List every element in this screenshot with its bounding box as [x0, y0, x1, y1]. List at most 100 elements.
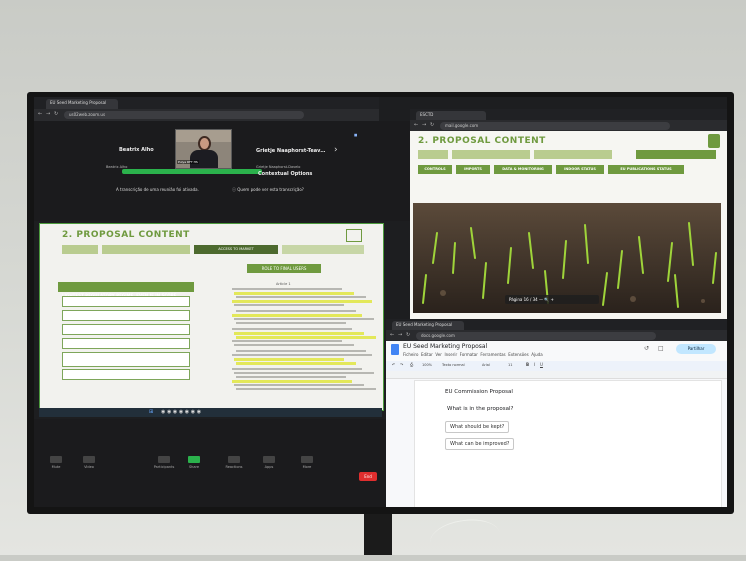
doc-line-what-is-in: What is in the proposal?	[447, 406, 514, 412]
speaker-name-tag: Pulya RFT HS	[177, 160, 199, 164]
page-label: Página	[509, 297, 523, 302]
active-speaker-video[interactable]: Pulya RFT HS	[175, 129, 232, 169]
transcription-notice: A transcrição de uma reunião foi ativada…	[116, 187, 199, 192]
monitor-stand	[364, 514, 392, 555]
participants-icon	[158, 456, 170, 463]
redo-icon[interactable]: ↷	[400, 362, 403, 367]
end-meeting-button[interactable]: End	[359, 472, 377, 481]
menu-tools[interactable]: Ferramentas	[480, 352, 505, 357]
article-text-line	[232, 288, 342, 290]
page-indicator[interactable]: Página 16 / 34 — 🔍 +	[505, 295, 599, 304]
zoom-bottom-area	[34, 419, 410, 507]
next-participants-icon[interactable]: ›	[334, 145, 338, 155]
transcription-link[interactable]: ⓘ Quem pode ver esta transcrição?	[232, 187, 304, 193]
right-url-field[interactable]: mail.google.com	[440, 122, 670, 130]
font-select[interactable]: Arial	[482, 363, 490, 367]
zoom-in-icon[interactable]: +	[551, 297, 554, 302]
article-text-line	[232, 380, 352, 383]
participants-label: Participants	[153, 465, 175, 469]
apps-button[interactable]: Apps	[254, 456, 284, 469]
share-label: Share	[188, 465, 200, 469]
reload-icon[interactable]: ↻	[406, 332, 410, 338]
docs-url-field[interactable]: docs.google.com	[416, 332, 656, 340]
menu-file[interactable]: Ficheiro	[403, 352, 418, 357]
mute-button[interactable]: Mute	[41, 456, 71, 469]
doc-title[interactable]: EU Seed Marketing Proposal	[403, 343, 487, 350]
more-button[interactable]: More	[292, 456, 322, 469]
underline-icon[interactable]: U	[540, 362, 543, 367]
article-text-line	[234, 292, 354, 295]
menu-extensions[interactable]: Extensões	[508, 352, 529, 357]
docs-address-bar: ← → ↻ docs.google.com	[386, 330, 727, 341]
right-address-bar: ← → ↻ mail.google.com	[410, 120, 727, 131]
info-icon: ⓘ	[232, 187, 236, 192]
menu-help[interactable]: Ajuda	[531, 352, 542, 357]
menu-insert[interactable]: Inserir	[444, 352, 457, 357]
speaker-body	[190, 150, 218, 168]
more-label: More	[302, 465, 312, 469]
menu-edit[interactable]: Editar	[421, 352, 433, 357]
zoom-select[interactable]: 100%	[422, 363, 432, 367]
undo-icon[interactable]: ↶	[392, 362, 395, 367]
left-item-2	[62, 310, 190, 321]
start-icon: ⊞	[149, 409, 154, 415]
article-text-line	[236, 296, 366, 298]
right-tab-label: ESCTD	[420, 112, 434, 117]
reactions-button[interactable]: Reactions	[219, 456, 249, 469]
left-item-5	[62, 352, 190, 367]
font-size-field[interactable]: 11	[508, 363, 512, 367]
browser-tab-zoom[interactable]: EU Seed Marketing Proposal	[46, 99, 118, 109]
role-to-final-users-button: ROLE TO FINAL USERS	[247, 264, 321, 273]
forward-icon[interactable]: →	[422, 122, 426, 128]
comment-icon[interactable]: □	[658, 345, 664, 352]
article-text-line	[234, 344, 354, 346]
zoom-out-icon[interactable]: —	[539, 297, 543, 302]
forward-icon[interactable]: →	[398, 332, 402, 338]
docs-page[interactable]: EU Commission Proposal What is in the pr…	[414, 380, 722, 507]
video-button[interactable]: Video	[74, 456, 104, 469]
back-icon[interactable]: ←	[414, 122, 418, 128]
print-icon[interactable]: ⎙	[410, 362, 413, 367]
shared-windows-taskbar: ⊞ ◉ ◉ ◉ ◉ ◉ ◉ ◉	[39, 408, 382, 417]
menu-view[interactable]: Ver	[435, 352, 442, 357]
slide-logo-icon	[346, 229, 362, 242]
share-button[interactable]: Partilhar	[676, 344, 716, 354]
left-item-1	[62, 296, 190, 307]
reload-icon[interactable]: ↻	[430, 122, 434, 128]
article-text-line	[236, 362, 356, 365]
nav-data-monitoring: DATA & MONITORING	[494, 165, 552, 174]
layout-icon[interactable]: ■	[354, 133, 357, 137]
article-text-line	[236, 376, 346, 378]
bold-icon[interactable]: B	[526, 362, 529, 367]
article-text-line	[234, 372, 374, 374]
microphone-icon	[50, 456, 62, 463]
participant-label-2: Grietje Naaphorst-Davelo	[256, 165, 301, 169]
speaker-face	[200, 138, 209, 149]
doc-box-improved: What can be improved?	[445, 438, 515, 450]
docs-menu-bar: Ficheiro Editar Ver Inserir Formatar Fer…	[403, 352, 543, 357]
back-icon[interactable]: ←	[38, 111, 42, 117]
style-select[interactable]: Texto normal	[442, 363, 465, 367]
history-icon[interactable]: ↺	[644, 345, 649, 352]
participants-button[interactable]: Participants	[144, 456, 184, 469]
right-slide-title: 2. PROPOSAL CONTENT	[418, 136, 546, 146]
italic-icon[interactable]: I	[534, 362, 535, 367]
article-text-line	[232, 340, 342, 342]
docs-header: EU Seed Marketing Proposal Ficheiro Edit…	[386, 341, 727, 361]
docs-logo-icon	[391, 344, 399, 355]
forward-icon[interactable]: →	[46, 111, 50, 117]
reload-icon[interactable]: ↻	[54, 111, 58, 117]
slide-button-2	[102, 245, 190, 254]
slide-button-access-to-market: ACCESS TO MARKET	[194, 245, 278, 254]
contextual-options[interactable]: Contextual Options	[258, 171, 312, 177]
article-text-line	[236, 322, 346, 324]
taskbar-apps-icon: ◉ ◉ ◉ ◉ ◉ ◉ ◉	[161, 409, 202, 415]
zoom-url-field[interactable]: us02web.zoom.us	[64, 111, 304, 119]
zoom-share-status-bar[interactable]	[122, 169, 262, 174]
menu-format[interactable]: Formatar	[460, 352, 478, 357]
video-label: Video	[84, 465, 94, 469]
back-icon[interactable]: ←	[390, 332, 394, 338]
share-button[interactable]: Share	[179, 456, 209, 469]
article-text-line	[232, 300, 372, 303]
search-icon[interactable]: 🔍	[544, 297, 549, 302]
